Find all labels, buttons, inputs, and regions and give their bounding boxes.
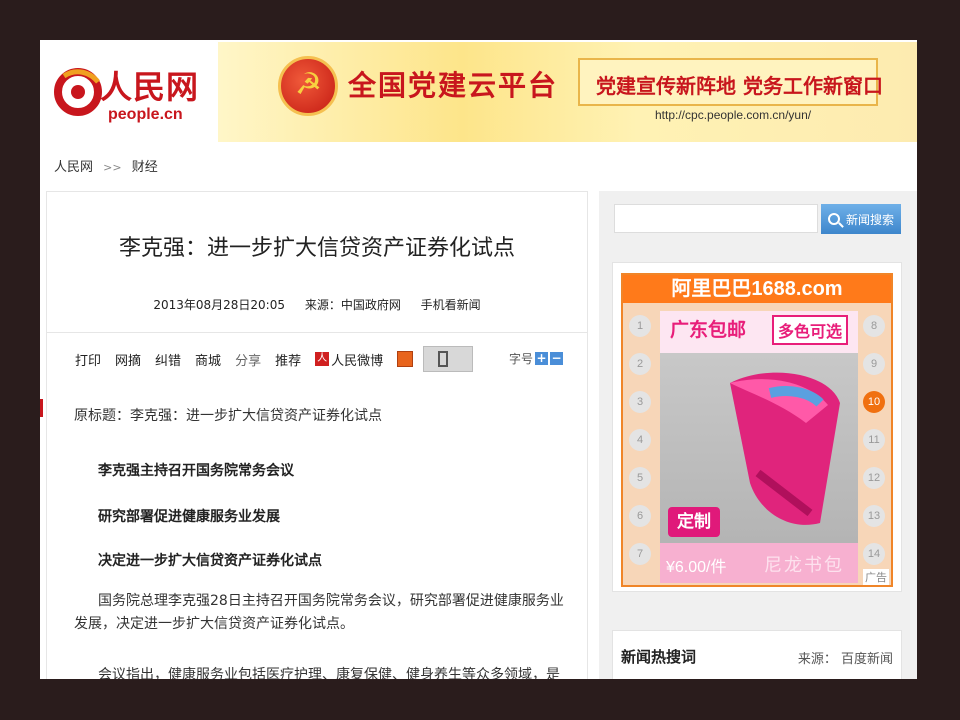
ad-tagline-bar: 广东包邮 多色可选: [660, 311, 858, 353]
search-button-label: 新闻搜索: [845, 212, 894, 227]
ad-page-4[interactable]: 4: [629, 429, 651, 451]
bag-image: [730, 372, 840, 525]
banner-slogan-box: 党建宣传新阵地 党务工作新窗口: [578, 58, 883, 106]
banner-slogan: 党建宣传新阵地 党务工作新窗口: [596, 74, 883, 98]
weibo-label: 人民微博: [331, 353, 384, 369]
article-panel: 李克强：进一步扩大信贷资产证券化试点 2013年08月28日20:05 来源：中…: [46, 191, 588, 679]
original-title: 原标题：李克强：进一步扩大信贷资产证券化试点: [74, 408, 382, 424]
mobile-share-icon[interactable]: [423, 346, 474, 372]
mobile-news-link[interactable]: 手机看新闻: [421, 298, 481, 312]
news-search-input[interactable]: [614, 204, 818, 233]
ad-container: 阿里巴巴1688.com 1 2 3 4 5 6 7 8 9 10 11 12 13 14 广东包邮 多色…: [612, 262, 902, 592]
logo-english: people.cn: [108, 106, 183, 123]
ad-image[interactable]: 广东包邮 多色可选 定制 ¥6.00/件 尼龙书包: [660, 311, 858, 583]
hot-search-source: 来源： 百度新闻: [797, 652, 893, 667]
ad-page-12[interactable]: 12: [863, 467, 885, 489]
ad-page-2[interactable]: 2: [629, 353, 651, 375]
party-emblem-icon: ☭: [278, 56, 338, 116]
article-date: 2013年08月28日20:05: [153, 298, 285, 312]
article-meta: 2013年08月28日20:05 来源：中国政府网 手机看新闻: [47, 296, 587, 313]
page: 人民网 people.cn ☭ 全国党建云平台 党建宣传新阵地 党务工作新窗口 …: [40, 40, 917, 679]
print-button[interactable]: 打印: [75, 350, 101, 369]
ad-header: 阿里巴巴1688.com: [623, 275, 891, 303]
ad-page-5[interactable]: 5: [629, 467, 651, 489]
ad-tagline-2: 多色可选: [772, 315, 849, 345]
party-cloud-banner[interactable]: ☭ 全国党建云平台 党建宣传新阵地 党务工作新窗口 http://cpc.peo…: [218, 42, 917, 142]
ad-page-13[interactable]: 13: [863, 505, 885, 527]
subhead-3: 决定进一步扩大信贷资产证券化试点: [98, 553, 322, 569]
ad-price: ¥6.00/件: [666, 559, 727, 576]
subhead-2: 研究部署促进健康服务业发展: [98, 509, 280, 525]
article-toolbar: 打印 网摘 纠错 商城 分享 推荐 人 人民微博: [75, 346, 474, 372]
search-icon: [827, 213, 840, 225]
breadcrumb-home[interactable]: 人民网: [54, 160, 93, 175]
ad-page-7[interactable]: 7: [629, 543, 651, 565]
article-paragraph-1: 国务院总理李克强28日主持召开国务院常务会议，研究部署促进健康服务业发展，决定进…: [74, 593, 564, 632]
news-search-button[interactable]: 新闻搜索: [821, 204, 901, 234]
banner-url: http://cpc.people.com.cn/yun/: [655, 108, 812, 122]
ad-price-bar: ¥6.00/件 尼龙书包: [660, 543, 858, 583]
font-size-control: 字号 + −: [509, 350, 563, 367]
correction-button[interactable]: 纠错: [155, 350, 181, 369]
recommend-button[interactable]: 推荐: [275, 350, 301, 369]
article-source: 来源：中国政府网: [304, 298, 401, 312]
mall-button[interactable]: 商城: [195, 350, 221, 369]
ad-product: 尼龙书包: [764, 555, 844, 576]
breadcrumb: 人民网 >> 财经: [54, 156, 158, 175]
ad-page-11[interactable]: 11: [863, 429, 885, 451]
ad-page-8[interactable]: 8: [863, 315, 885, 337]
banner-title: 全国党建云平台: [348, 69, 559, 102]
sidebar: 新闻搜索 阿里巴巴1688.com 1 2 3 4 5 6 7 8 9 10 11 12 13 14 广东…: [599, 191, 917, 679]
site-logo[interactable]: 人民网 people.cn: [54, 58, 214, 138]
article-title: 李克强：进一步扩大信贷资产证券化试点: [118, 236, 515, 261]
custom-badge: 定制: [668, 507, 720, 537]
hot-search-panel: 新闻热搜词 来源： 百度新闻: [612, 630, 902, 679]
share-label: 分享: [235, 353, 262, 369]
bookmark-button[interactable]: 网摘: [115, 350, 141, 369]
ad-page-6[interactable]: 6: [629, 505, 651, 527]
side-marker: [40, 399, 43, 417]
ad-page-10[interactable]: 10: [863, 391, 885, 413]
font-decrease-button[interactable]: −: [550, 352, 563, 365]
ad-page-9[interactable]: 9: [863, 353, 885, 375]
ad-page-3[interactable]: 3: [629, 391, 651, 413]
ad-page-14[interactable]: 14: [863, 543, 885, 565]
divider: [47, 332, 587, 333]
font-size-label: 字号: [508, 352, 533, 366]
breadcrumb-section[interactable]: 财经: [132, 160, 158, 175]
logo-chinese: 人民网: [100, 68, 200, 106]
ad-tagline-1: 广东包邮: [670, 319, 747, 341]
alibaba-ad[interactable]: 阿里巴巴1688.com 1 2 3 4 5 6 7 8 9 10 11 12 13 14 广东包邮 多色…: [621, 273, 893, 587]
hot-search-title: 新闻热搜词: [621, 648, 697, 666]
people-logo-icon: [54, 68, 102, 116]
weibo-share-button[interactable]: 人 人民微博: [315, 350, 383, 369]
sina-weibo-icon[interactable]: [397, 351, 414, 367]
font-increase-button[interactable]: +: [535, 352, 548, 365]
ad-page-1[interactable]: 1: [629, 315, 651, 337]
ad-label: 广告: [863, 569, 889, 585]
breadcrumb-separator: >>: [103, 161, 122, 174]
subhead-1: 李克强主持召开国务院常务会议: [98, 463, 294, 479]
weibo-icon: 人: [315, 352, 330, 366]
article-paragraph-2: 会议指出，健康服务业包括医疗护理、康复保健、健身养生等众多领域，是现代服: [98, 667, 560, 679]
